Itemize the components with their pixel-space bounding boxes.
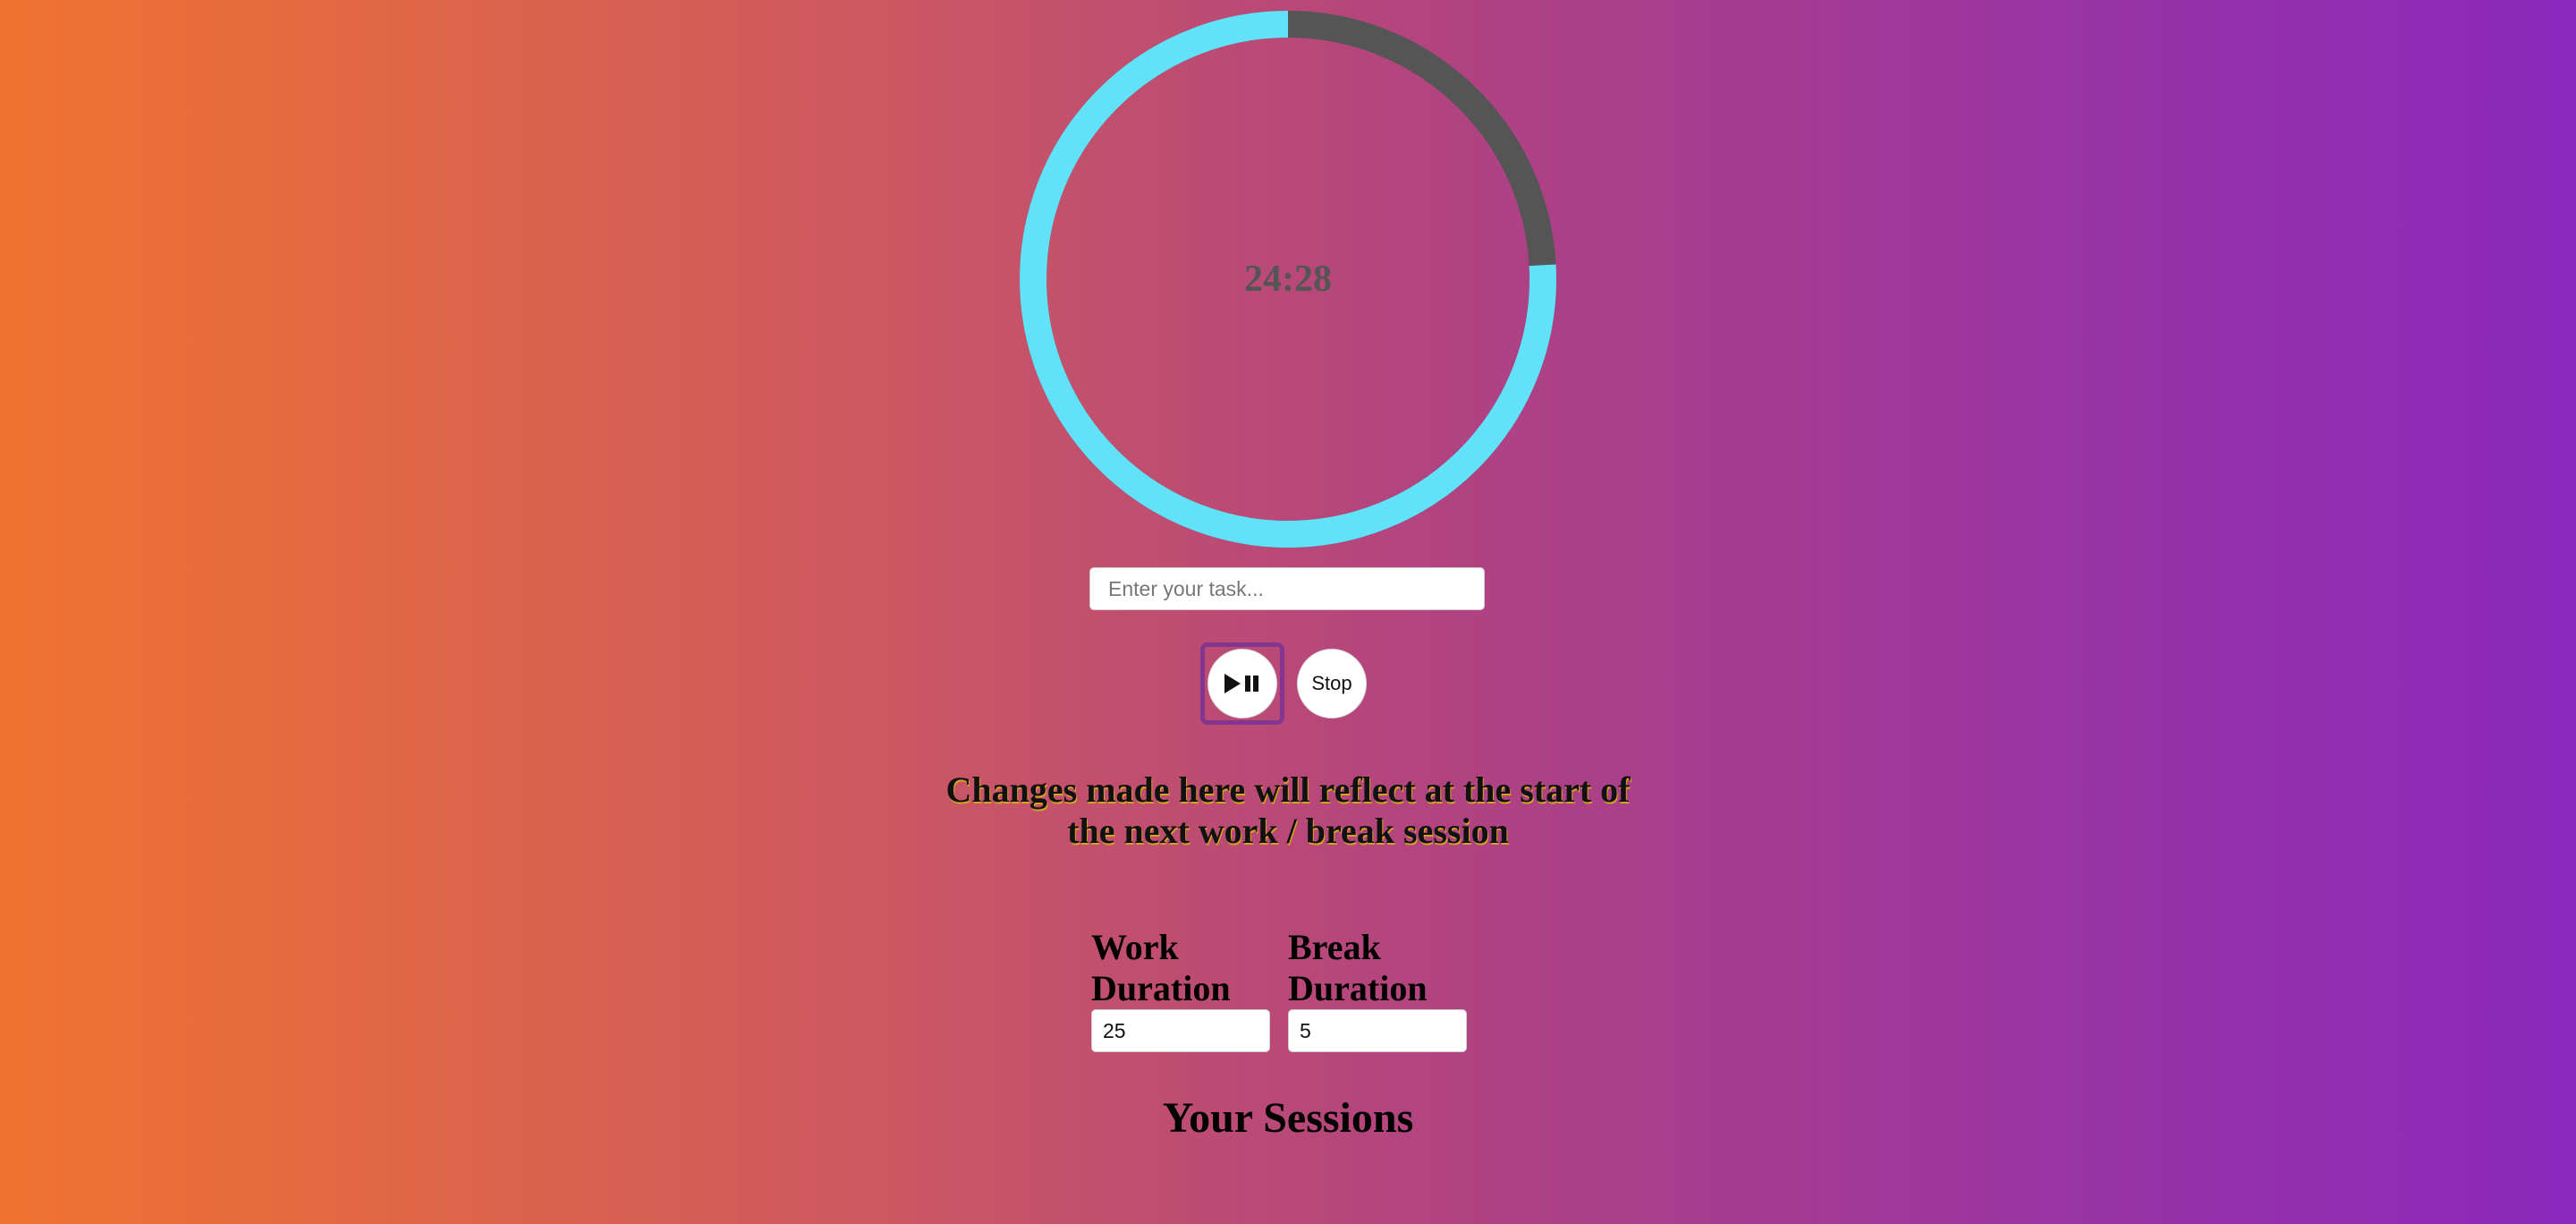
play-pause-icon: [1224, 674, 1258, 693]
task-input[interactable]: [1089, 567, 1485, 610]
break-duration-label: Break Duration: [1288, 927, 1428, 1008]
stop-button[interactable]: Stop: [1297, 649, 1367, 718]
break-duration-input[interactable]: [1288, 1009, 1467, 1052]
sessions-title: Your Sessions: [1162, 1094, 1414, 1142]
work-duration-label: Work Duration: [1091, 927, 1231, 1008]
timer-ring: 24:28: [1020, 11, 1556, 548]
work-duration-input[interactable]: [1091, 1009, 1270, 1052]
timer-display: 24:28: [1244, 259, 1332, 300]
play-pause-button[interactable]: [1208, 649, 1277, 718]
settings-notice: Changes made here will reflect at the st…: [945, 769, 1631, 851]
